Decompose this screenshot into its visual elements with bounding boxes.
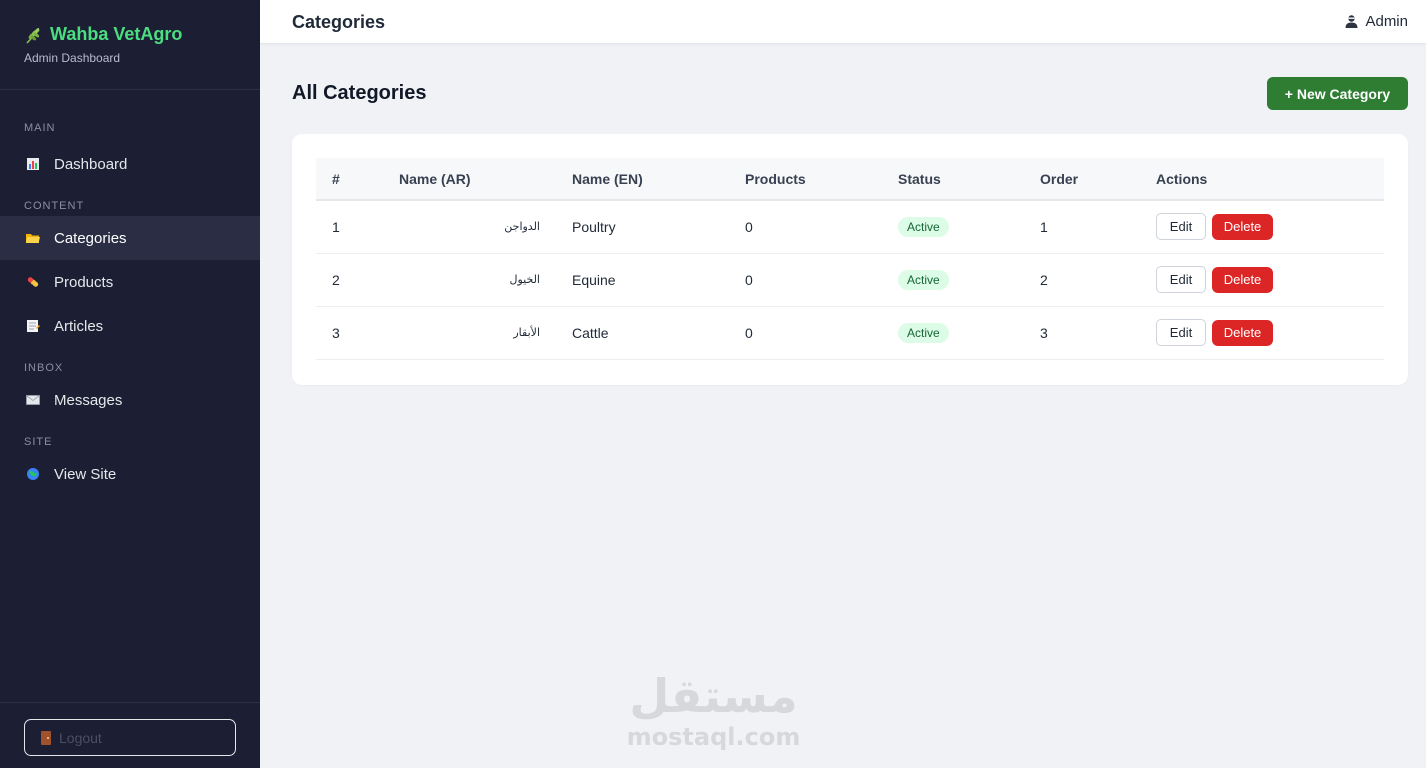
cell-name-ar: الأبقار [383,306,556,359]
user-name: Admin [1365,13,1408,30]
delete-button[interactable]: Delete [1212,319,1273,346]
watermark-latin: mostaql.com [626,723,801,751]
user-icon [1345,15,1358,28]
name-ar-text: الخيول [509,273,540,286]
page-title: Categories [292,12,386,32]
column-header-status: Status [898,170,941,187]
sidebar-item-messages[interactable]: Messages [0,378,260,422]
cell-order: 1 [1040,218,1048,235]
name-ar-text: الأبقار [513,326,540,339]
status-badge: Active [898,216,949,237]
table-row: 3 الأبقار Cattle 0 Active 3 Edit Delete [316,306,1384,359]
table-header-row: # Name (AR) Name (EN) Products Status Or… [316,158,1384,200]
door-icon [41,730,51,745]
cell-products: 0 [745,271,753,288]
edit-button[interactable]: Edit [1156,319,1206,346]
sidebar-item-label: Dashboard [54,155,128,173]
folder-icon [26,231,40,245]
section-heading: All Categories [292,82,427,104]
sidebar-item-view-site[interactable]: View Site [0,452,260,496]
cell-actions: Edit Delete [1140,306,1384,359]
status-badge: Active [898,269,949,290]
cell-products: 0 [745,324,753,341]
cell-status: Active [882,306,1024,359]
sidebar-item-dashboard[interactable]: Dashboard [0,142,260,186]
sidebar-item-articles[interactable]: Articles [0,304,260,348]
brand-title[interactable]: Wahba VetAgro [24,24,236,45]
logout-button[interactable]: Logout [24,719,236,756]
cell-products: 0 [745,218,753,235]
wheat-icon [26,27,40,44]
cell-name-ar: الخيول [383,253,556,306]
sidebar-item-label: Categories [54,229,127,247]
column-header-products: Products [745,170,806,187]
column-header-actions: Actions [1156,170,1208,187]
sidebar: Wahba VetAgro Admin Dashboard MAIN Dashb… [0,0,260,768]
new-category-button[interactable]: + New Category [1267,77,1408,110]
cell-name-en: Cattle [572,324,609,341]
column-header-name-en: Name (EN) [572,170,643,187]
brand: Wahba VetAgro Admin Dashboard [0,0,260,90]
section-label-inbox: INBOX [24,362,64,374]
chart-icon [26,157,40,171]
section-label-main: MAIN [24,122,56,134]
cell-name-en: Equine [572,271,616,288]
sidebar-item-products[interactable]: Products [0,260,260,304]
cell-order: 2 [1040,271,1048,288]
cell-id: 2 [332,271,340,288]
table-row: 1 الدواجن Poultry 0 Active 1 Edit Delete [316,200,1384,253]
edit-button[interactable]: Edit [1156,266,1206,293]
brand-subtitle: Admin Dashboard [24,51,121,65]
cell-actions: Edit Delete [1140,200,1384,253]
watermark-arabic: مستقل [629,669,798,723]
brand-name: Wahba VetAgro [50,24,183,44]
sidebar-item-label: Messages [54,391,123,409]
categories-card: # Name (AR) Name (EN) Products Status Or… [292,134,1408,385]
logout-label: Logout [59,729,102,746]
envelope-icon [26,393,40,407]
column-header-order: Order [1040,170,1079,187]
sidebar-item-label: View Site [54,465,117,483]
cell-order: 3 [1040,324,1048,341]
column-header-id: # [332,170,340,187]
topbar: Categories Admin [260,0,1426,44]
watermark-logo: مستقل mostaql.com [626,668,801,750]
name-ar-text: الدواجن [504,220,540,234]
sidebar-item-label: Products [54,273,114,291]
column-header-name-ar: Name (AR) [399,170,471,187]
cell-name-ar: الدواجن [383,200,556,253]
cell-status: Active [882,253,1024,306]
memo-icon [26,319,40,333]
cell-id: 1 [332,218,340,235]
cell-actions: Edit Delete [1140,253,1384,306]
cell-name-en: Poultry [572,218,616,235]
user-menu[interactable]: Admin [1344,13,1408,30]
pill-icon [26,275,40,289]
globe-icon [26,467,40,481]
edit-button[interactable]: Edit [1156,213,1206,241]
delete-button[interactable]: Delete [1212,266,1273,293]
categories-table: # Name (AR) Name (EN) Products Status Or… [316,158,1384,360]
cell-status: Active [882,200,1024,253]
section-label-content: CONTENT [24,200,85,212]
sidebar-item-label: Articles [54,317,104,335]
logout-area: Logout [0,702,260,768]
status-badge: Active [898,322,949,343]
section-label-site: SITE [24,436,53,448]
cell-id: 3 [332,324,340,341]
table-row: 2 الخيول Equine 0 Active 2 Edit Delete [316,253,1384,306]
delete-button[interactable]: Delete [1212,213,1273,240]
sidebar-item-categories[interactable]: Categories [0,216,260,260]
